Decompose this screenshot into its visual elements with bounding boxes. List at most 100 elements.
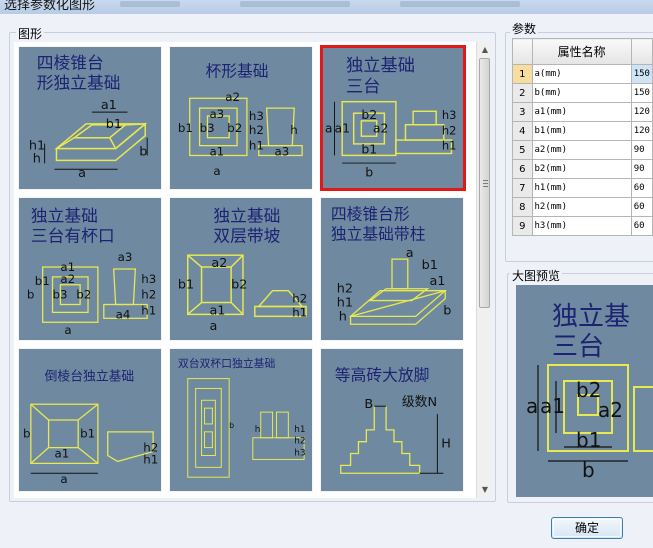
table-row[interactable]: 8 h2(mm) 60 bbox=[512, 197, 653, 217]
row-number: 4 bbox=[512, 121, 533, 141]
property-name: a2(mm) bbox=[531, 140, 632, 160]
scrollbar-grip bbox=[483, 186, 488, 187]
titlebar-ghost bbox=[120, 1, 180, 7]
row-number: 6 bbox=[512, 159, 533, 179]
dim-label: b bbox=[365, 164, 373, 179]
scroll-up-arrow-icon[interactable]: ▲ bbox=[477, 42, 493, 58]
thumb-title-2: 形独立基础 bbox=[37, 72, 121, 92]
thumb-title-1: 杯形基础 bbox=[206, 62, 269, 81]
thumbnail-two-layer-sloped-foundation[interactable]: 独立基础 双层带坡 a2 b1 b2 a1 a h2 h1 bbox=[169, 197, 313, 341]
property-name: b(mm) bbox=[531, 83, 632, 103]
dim-label: b bbox=[27, 288, 35, 302]
property-name-header: 属性名称 bbox=[531, 38, 632, 65]
property-value[interactable]: 90 bbox=[630, 159, 653, 179]
dim-label: h3 bbox=[294, 449, 305, 459]
ok-button[interactable]: 确定 bbox=[551, 517, 623, 539]
table-row[interactable]: 5 a2(mm) 90 bbox=[512, 140, 653, 160]
dim-label: a2 bbox=[225, 90, 240, 104]
property-name: a(mm) bbox=[531, 64, 632, 84]
property-value[interactable]: 60 bbox=[630, 216, 653, 236]
dim-label: a2 bbox=[598, 398, 623, 422]
row-number: 1 bbox=[512, 64, 533, 84]
dim-label: a2 bbox=[373, 120, 389, 135]
table-row[interactable]: 1 a(mm) 150 bbox=[512, 64, 653, 84]
table-row[interactable]: 9 h3(mm) 60 bbox=[512, 216, 653, 236]
gallery-scrollbar[interactable]: ▲ ▼ bbox=[476, 42, 492, 498]
dim-label: a bbox=[209, 319, 217, 334]
dim-label: h1 bbox=[143, 452, 158, 466]
scrollbar-grip bbox=[483, 183, 488, 184]
property-name: b1(mm) bbox=[531, 121, 632, 141]
thumb-title-1: 等高砖大放脚 bbox=[335, 366, 430, 385]
dim-label: a1 bbox=[209, 303, 225, 318]
params-table: 属性名称 1 a(mm) 150 2 b(mm) 150 3 a1(mm) 12… bbox=[512, 38, 653, 236]
dim-label: b3 bbox=[200, 121, 215, 135]
dim-label: h1 bbox=[292, 305, 307, 319]
row-num-header bbox=[512, 38, 533, 65]
property-value[interactable]: 90 bbox=[630, 140, 653, 160]
thumbnail-pyramid-foundation-with-column[interactable]: 四棱锥台形 独立基础带柱 a b1 a1 h2 h1 h b bbox=[320, 197, 464, 341]
dim-label: b bbox=[139, 144, 147, 159]
dim-label: h1 bbox=[249, 139, 264, 153]
dim-label: b bbox=[443, 303, 451, 318]
dim-label: b1 bbox=[361, 141, 377, 156]
thumb-title-2: 双层带坡 bbox=[213, 225, 280, 245]
property-value[interactable]: 60 bbox=[630, 178, 653, 198]
table-row[interactable]: 6 b2(mm) 90 bbox=[512, 159, 653, 179]
dim-label: h2 bbox=[292, 292, 307, 306]
thumbnail-three-step-cup-foundation[interactable]: 独立基础 三台有杯口 a1 a2 a3 b1 b3 b2 a b a4 h3 h… bbox=[18, 197, 162, 341]
dim-label: b1 bbox=[80, 427, 95, 441]
property-value[interactable]: 150 bbox=[630, 83, 653, 103]
property-value[interactable]: 150 bbox=[630, 64, 653, 84]
dim-label: h2 bbox=[337, 282, 353, 297]
thumbnail-double-cup-foundation[interactable]: 双台双杯口独立基础 b h h1 h2 h3 bbox=[169, 348, 313, 492]
thumb-title-1: 倒棱台独立基础 bbox=[45, 369, 135, 385]
dim-label: h bbox=[290, 123, 298, 137]
thumbnail-cup-foundation[interactable]: 杯形基础 a2 a3 b1 b3 b2 h3 h2 h1 h a1 a3 a bbox=[169, 46, 313, 190]
table-row[interactable]: 2 b(mm) 150 bbox=[512, 83, 653, 103]
thumb-title-1: 四棱锥台形 bbox=[331, 205, 410, 224]
dim-label: b3 bbox=[53, 288, 68, 302]
dim-label: a bbox=[406, 246, 414, 261]
table-row[interactable]: 4 b1(mm) 120 bbox=[512, 121, 653, 141]
titlebar-ghost bbox=[400, 1, 520, 7]
dim-label: a bbox=[325, 120, 333, 135]
window-title: 选择参数化图形 bbox=[4, 0, 96, 13]
thumbnail-pyramid-frustum-foundation[interactable]: 四棱锥台 形独立基础 a1 b1 h1 h a b bbox=[18, 46, 162, 190]
property-name: h2(mm) bbox=[531, 197, 632, 217]
property-value[interactable]: 120 bbox=[630, 102, 653, 122]
dim-label: a1 bbox=[335, 120, 351, 135]
thumbnail-inverted-frustum-foundation[interactable]: 倒棱台独立基础 b1 a1 b a h2 h1 bbox=[18, 348, 162, 492]
dim-label: h bbox=[33, 151, 41, 166]
thumbnail-gallery[interactable]: 四棱锥台 形独立基础 a1 b1 h1 h a b 杯形基础 a2 a3 b1 … bbox=[14, 42, 476, 498]
dim-label: b bbox=[229, 421, 234, 430]
property-value[interactable]: 60 bbox=[630, 197, 653, 217]
dim-label: 级数N bbox=[402, 395, 437, 410]
value-header bbox=[630, 38, 653, 65]
params-group-label: 参数 bbox=[510, 20, 539, 37]
dim-label: h1 bbox=[294, 425, 305, 435]
params-header-row: 属性名称 bbox=[512, 38, 653, 65]
dim-label: a1 bbox=[101, 98, 117, 113]
row-number: 9 bbox=[512, 216, 533, 236]
title-bar: 选择参数化图形 bbox=[0, 0, 653, 14]
property-name: a1(mm) bbox=[531, 102, 632, 122]
graphics-group-label: 图形 bbox=[16, 25, 45, 42]
dim-label: B bbox=[364, 397, 373, 412]
dim-label: h2 bbox=[249, 123, 264, 137]
dim-label: h3 bbox=[442, 108, 457, 122]
dim-label: a4 bbox=[116, 307, 131, 321]
dim-label: b1 bbox=[178, 278, 194, 293]
table-row[interactable]: 3 a1(mm) 120 bbox=[512, 102, 653, 122]
thumbnail-brick-footing[interactable]: 等高砖大放脚 B 级数N H bbox=[320, 348, 464, 492]
property-name: b2(mm) bbox=[531, 159, 632, 179]
dim-label: b2 bbox=[76, 288, 91, 302]
dim-label: a3 bbox=[275, 144, 290, 158]
table-row[interactable]: 7 h1(mm) 60 bbox=[512, 178, 653, 198]
scrollbar-thumb[interactable] bbox=[479, 58, 490, 308]
property-value[interactable]: 120 bbox=[630, 121, 653, 141]
dim-label: b1 bbox=[576, 428, 601, 452]
thumbnail-three-step-foundation[interactable]: 独立基础 三台 b2 a2 a1 b1 a b h3 h2 h1 bbox=[320, 45, 466, 191]
dim-label: a2 bbox=[60, 272, 75, 286]
scroll-down-arrow-icon[interactable]: ▼ bbox=[477, 482, 493, 498]
